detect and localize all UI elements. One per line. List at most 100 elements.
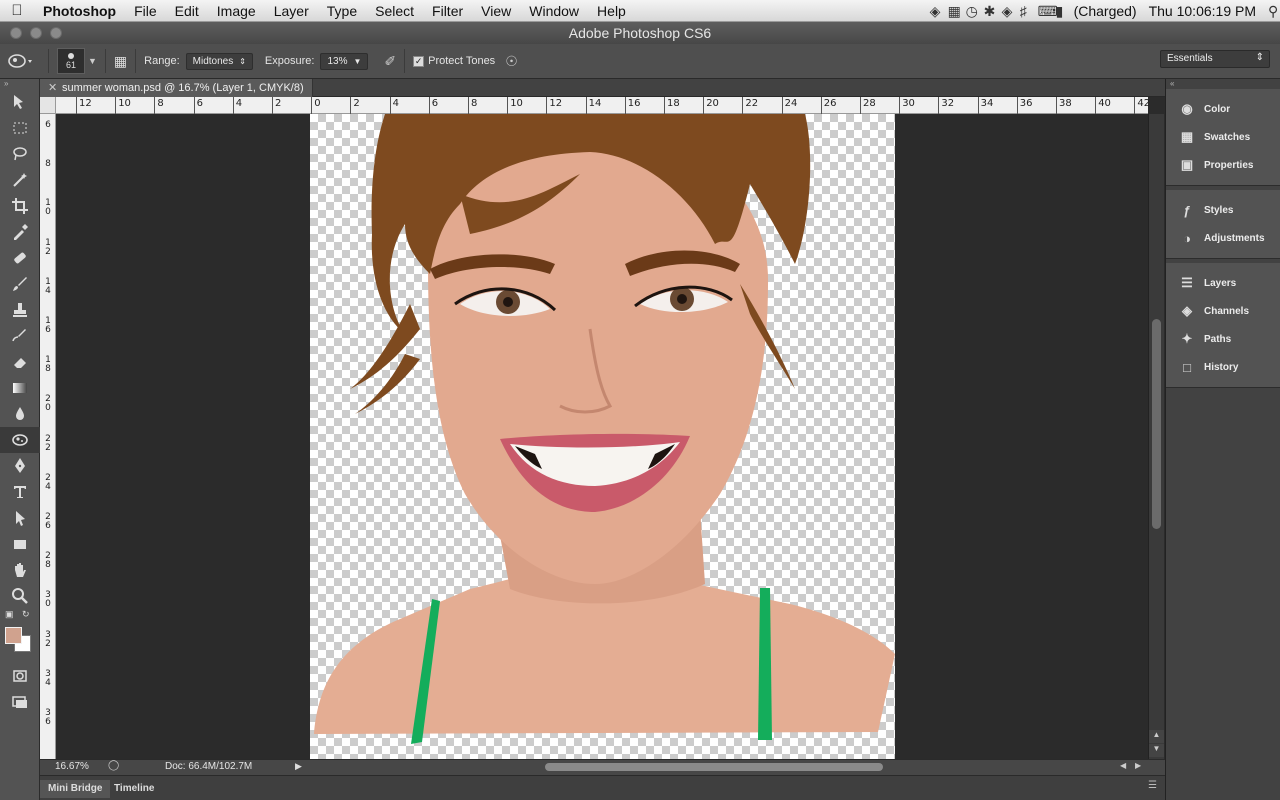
sponge-tool-icon[interactable] — [0, 427, 40, 453]
close-window-button[interactable] — [10, 27, 22, 39]
type-tool-icon[interactable] — [0, 479, 40, 505]
history-brush-tool-icon[interactable] — [0, 323, 40, 349]
status-menu-arrow-icon[interactable]: ▶ — [295, 761, 302, 772]
clock[interactable]: Thu 10:06:19 PM — [1143, 3, 1262, 19]
menu-window[interactable]: Window — [520, 3, 588, 19]
export-icon[interactable]: ◯ — [108, 760, 119, 771]
updown-arrow-icon: ⇕ — [239, 56, 246, 66]
zoom-tool-icon[interactable] — [0, 583, 40, 609]
brush-panel-toggle-icon[interactable]: ▦ — [114, 53, 127, 70]
close-tab-icon[interactable]: ✕ — [48, 79, 57, 97]
hand-tool-icon[interactable] — [0, 557, 40, 583]
dropbox-icon[interactable]: ◈ — [924, 3, 942, 20]
menu-file[interactable]: File — [125, 3, 166, 19]
panel-history[interactable]: □ History — [1166, 353, 1280, 381]
workspace-switcher[interactable]: Essentials ⇕ — [1160, 50, 1270, 68]
panel-properties[interactable]: ▣ Properties — [1166, 151, 1280, 179]
status-menus: ◈ ▦ ◷ ✱ ◈ ♯ ⌨ ▮ (Charged) Thu 10:06:19 P… — [924, 0, 1280, 22]
spotlight-search-icon[interactable]: ⚲ — [1262, 3, 1280, 20]
battery-icon[interactable]: ▮ — [1050, 3, 1068, 20]
zoom-level[interactable]: 16.67% — [55, 761, 89, 772]
rectangle-tool-icon[interactable] — [0, 531, 40, 557]
bluetooth-icon[interactable]: ✱ — [978, 3, 996, 20]
protect-tones-label[interactable]: Protect Tones — [428, 55, 495, 67]
eraser-tool-icon[interactable] — [0, 349, 40, 375]
brush-dropdown-arrow-icon[interactable]: ▼ — [88, 56, 97, 66]
brush-size-picker[interactable]: 61 — [57, 48, 85, 74]
panel-adjustments[interactable]: ◑ Adjustments — [1166, 224, 1280, 252]
magic-wand-tool-icon[interactable] — [0, 167, 40, 193]
screen-mode-icon[interactable] — [0, 689, 40, 715]
gradient-tool-icon[interactable] — [0, 375, 40, 401]
pen-tool-icon[interactable] — [0, 453, 40, 479]
clone-stamp-tool-icon[interactable] — [0, 297, 40, 323]
menu-layer[interactable]: Layer — [265, 3, 318, 19]
panel-styles[interactable]: ƒ Styles — [1166, 196, 1280, 224]
swap-colors-icon[interactable]: ↻ — [22, 609, 30, 620]
horizontal-scroll-thumb[interactable] — [545, 763, 883, 771]
document-tab[interactable]: ✕ summer woman.psd @ 16.7% (Layer 1, CMY… — [40, 79, 313, 97]
healing-brush-tool-icon[interactable] — [0, 245, 40, 271]
move-tool-icon[interactable] — [0, 89, 40, 115]
vertical-scrollbar[interactable]: ▲ ▼ — [1148, 114, 1164, 759]
menu-app-name[interactable]: Photoshop — [34, 3, 125, 19]
panel-channels[interactable]: ◈ Channels — [1166, 297, 1280, 325]
menu-type[interactable]: Type — [318, 3, 366, 19]
panel-color[interactable]: ◉ Color — [1166, 95, 1280, 123]
quick-mask-icon[interactable] — [0, 663, 40, 689]
scroll-right-icon[interactable]: ▶ — [1135, 761, 1141, 770]
protect-tones-checkbox[interactable]: ✓ — [413, 55, 425, 67]
panel-layers[interactable]: ☰ Layers — [1166, 269, 1280, 297]
menu-image[interactable]: Image — [208, 3, 265, 19]
tab-timeline[interactable]: Timeline — [106, 780, 162, 798]
zoom-window-button[interactable] — [50, 27, 62, 39]
collapse-dock-icon[interactable]: « — [1166, 79, 1280, 89]
horizontal-ruler[interactable]: 12 10 8 6 4 2 0 2 4 6 8 10 12 14 16 18 20 22 24 26 28 30 32 34 3… — [56, 97, 1150, 114]
brush-tool-icon[interactable] — [0, 271, 40, 297]
default-colors-icon[interactable]: ▣ — [5, 609, 14, 620]
scroll-up-icon[interactable]: ▲ — [1149, 730, 1164, 743]
lasso-tool-icon[interactable] — [0, 141, 40, 167]
airbrush-icon[interactable]: ✐ — [384, 53, 396, 70]
scroll-down-icon[interactable]: ▼ — [1149, 744, 1164, 757]
horizontal-scrollbar[interactable] — [310, 763, 1118, 772]
menu-view[interactable]: View — [472, 3, 520, 19]
scroll-left-icon[interactable]: ◀ — [1120, 761, 1126, 770]
pressure-size-icon[interactable]: ☉ — [505, 53, 518, 70]
minimize-window-button[interactable] — [30, 27, 42, 39]
ruler-tick-label: 26 — [45, 512, 51, 531]
volume-icon[interactable]: ♯ — [1014, 3, 1032, 19]
foreground-color-swatch[interactable] — [5, 627, 22, 644]
eyedropper-tool-icon[interactable] — [0, 219, 40, 245]
marquee-tool-icon[interactable] — [0, 115, 40, 141]
panel-swatches[interactable]: ▦ Swatches — [1166, 123, 1280, 151]
sponge-tool-preset-icon[interactable] — [0, 53, 40, 69]
collapse-panel-icon[interactable]: » — [0, 79, 39, 89]
activity-icon[interactable]: ▦ — [942, 3, 961, 20]
panel-paths[interactable]: ✦ Paths — [1166, 325, 1280, 353]
keyboard-icon[interactable]: ⌨ — [1032, 3, 1058, 20]
tab-mini-bridge[interactable]: Mini Bridge — [40, 780, 111, 798]
battery-status[interactable]: (Charged) — [1068, 3, 1143, 19]
image-canvas[interactable] — [310, 114, 895, 759]
document-workspace[interactable] — [56, 114, 1148, 759]
exposure-input[interactable]: 13% ▼ — [320, 52, 369, 70]
menu-filter[interactable]: Filter — [423, 3, 472, 19]
apple-icon[interactable]:  — [0, 2, 34, 19]
range-select[interactable]: Midtones ⇕ — [185, 52, 253, 70]
time-machine-icon[interactable]: ◷ — [960, 3, 978, 20]
doc-size[interactable]: Doc: 66.4M/102.7M — [165, 761, 252, 772]
panel-menu-icon[interactable]: ☰ — [1148, 780, 1157, 791]
ruler-origin[interactable] — [40, 97, 56, 114]
window-title-bar: Adobe Photoshop CS6 — [0, 22, 1280, 44]
wifi-icon[interactable]: ◈ — [996, 3, 1014, 20]
vertical-scroll-thumb[interactable] — [1152, 319, 1161, 529]
ruler-tick-label: 34 — [45, 668, 51, 688]
vertical-ruler[interactable]: 6 8 10 12 14 16 18 20 22 24 26 28 30 32 34 36 — [40, 97, 56, 759]
menu-help[interactable]: Help — [588, 3, 635, 19]
menu-select[interactable]: Select — [366, 3, 423, 19]
menu-edit[interactable]: Edit — [166, 3, 208, 19]
blur-tool-icon[interactable] — [0, 401, 40, 427]
path-selection-tool-icon[interactable] — [0, 505, 40, 531]
crop-tool-icon[interactable] — [0, 193, 40, 219]
